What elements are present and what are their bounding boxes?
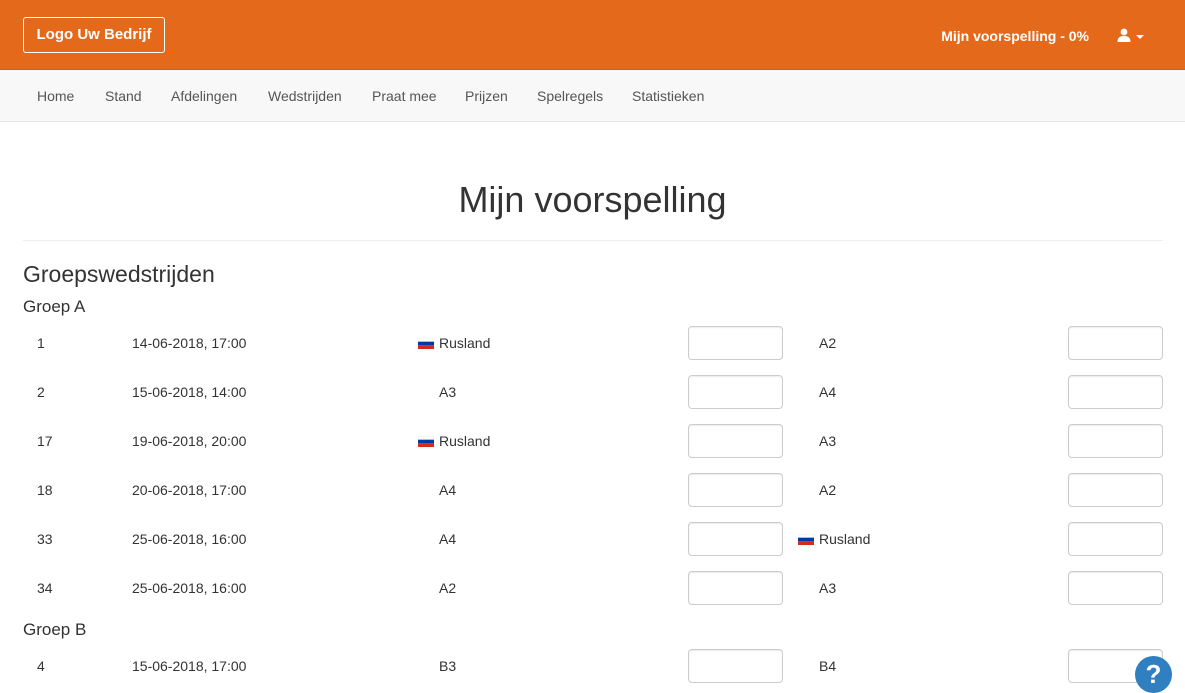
- away-team: Rusland: [798, 529, 870, 549]
- group-heading-b: Groep B: [23, 620, 87, 639]
- russia-flag-icon: [418, 436, 434, 447]
- match-row: 17 19-06-2018, 20:00 Rusland A3: [0, 424, 1185, 458]
- help-button[interactable]: ?: [1135, 656, 1172, 693]
- user-icon: [1117, 28, 1131, 42]
- match-row: 18 20-06-2018, 17:00 A4 A2: [0, 473, 1185, 507]
- match-datetime: 15-06-2018, 14:00: [132, 384, 247, 400]
- away-score-input[interactable]: [1068, 473, 1163, 507]
- away-score-input[interactable]: [1068, 424, 1163, 458]
- my-prediction-progress-link[interactable]: Mijn voorspelling - 0%: [941, 26, 1089, 46]
- home-team-name: A4: [439, 482, 457, 498]
- main-navigation: Home Stand Afdelingen Wedstrijden Praat …: [0, 70, 1185, 122]
- nav-item-stand[interactable]: Stand: [105, 86, 142, 106]
- match-datetime: 14-06-2018, 17:00: [132, 335, 247, 351]
- home-team: Rusland: [418, 333, 490, 353]
- title-divider: [23, 240, 1163, 241]
- away-team-name: A2: [819, 335, 837, 351]
- home-team-name: A3: [439, 384, 457, 400]
- away-team-name: A4: [819, 384, 837, 400]
- away-team-name: B4: [819, 658, 837, 674]
- match-datetime: 15-06-2018, 17:00: [132, 658, 247, 674]
- home-score-input[interactable]: [688, 522, 783, 556]
- match-datetime: 25-06-2018, 16:00: [132, 531, 247, 547]
- section-title-group-matches: Groepswedstrijden: [23, 261, 215, 287]
- away-score-input[interactable]: [1068, 571, 1163, 605]
- nav-item-prijzen[interactable]: Prijzen: [465, 86, 508, 106]
- match-row: 34 25-06-2018, 16:00 A2 A3: [0, 571, 1185, 605]
- home-score-input[interactable]: [688, 375, 783, 409]
- home-team-name: B3: [439, 658, 457, 674]
- match-datetime: 20-06-2018, 17:00: [132, 482, 247, 498]
- home-score-input[interactable]: [688, 424, 783, 458]
- match-number: 1: [37, 335, 45, 351]
- match-number: 2: [37, 384, 45, 400]
- home-score-input[interactable]: [688, 571, 783, 605]
- away-team-name: A3: [819, 433, 837, 449]
- away-score-input[interactable]: [1068, 522, 1163, 556]
- away-score-input[interactable]: [1068, 326, 1163, 360]
- match-number: 17: [37, 433, 53, 449]
- nav-item-statistieken[interactable]: Statistieken: [632, 86, 704, 106]
- home-score-input[interactable]: [688, 473, 783, 507]
- away-team-name: Rusland: [819, 531, 871, 547]
- match-row: 33 25-06-2018, 16:00 A4 Rusland: [0, 522, 1185, 556]
- company-logo-button[interactable]: Logo Uw Bedrijf: [23, 17, 165, 53]
- match-number: 18: [37, 482, 53, 498]
- home-score-input[interactable]: [688, 326, 783, 360]
- away-score-input[interactable]: [1068, 375, 1163, 409]
- home-team-name: Rusland: [439, 335, 491, 351]
- home-score-input[interactable]: [688, 649, 783, 683]
- match-row: 2 15-06-2018, 14:00 A3 A4: [0, 375, 1185, 409]
- home-team-name: A2: [439, 580, 457, 596]
- chevron-down-icon: [1136, 35, 1144, 39]
- help-icon: ?: [1145, 659, 1162, 689]
- top-bar: Logo Uw Bedrijf Mijn voorspelling - 0%: [0, 0, 1185, 70]
- away-team-name: A2: [819, 482, 837, 498]
- page-title: Mijn voorspelling: [458, 179, 727, 220]
- match-number: 34: [37, 580, 53, 596]
- home-team-name: A4: [439, 531, 457, 547]
- match-number: 4: [37, 658, 45, 674]
- match-row: 4 15-06-2018, 17:00 B3 B4: [0, 649, 1185, 683]
- group-heading-a: Groep A: [23, 297, 86, 316]
- russia-flag-icon: [798, 534, 814, 545]
- home-team: Rusland: [418, 431, 490, 451]
- away-team-name: A3: [819, 580, 837, 596]
- user-menu-dropdown[interactable]: [1117, 26, 1147, 46]
- match-datetime: 25-06-2018, 16:00: [132, 580, 247, 596]
- match-number: 33: [37, 531, 53, 547]
- nav-item-home[interactable]: Home: [37, 86, 74, 106]
- nav-item-praat-mee[interactable]: Praat mee: [372, 86, 437, 106]
- nav-item-wedstrijden[interactable]: Wedstrijden: [268, 86, 342, 106]
- home-team-name: Rusland: [439, 433, 491, 449]
- russia-flag-icon: [418, 338, 434, 349]
- match-datetime: 19-06-2018, 20:00: [132, 433, 247, 449]
- nav-item-afdelingen[interactable]: Afdelingen: [171, 86, 237, 106]
- match-row: 1 14-06-2018, 17:00 Rusland A2: [0, 326, 1185, 360]
- nav-item-spelregels[interactable]: Spelregels: [537, 86, 603, 106]
